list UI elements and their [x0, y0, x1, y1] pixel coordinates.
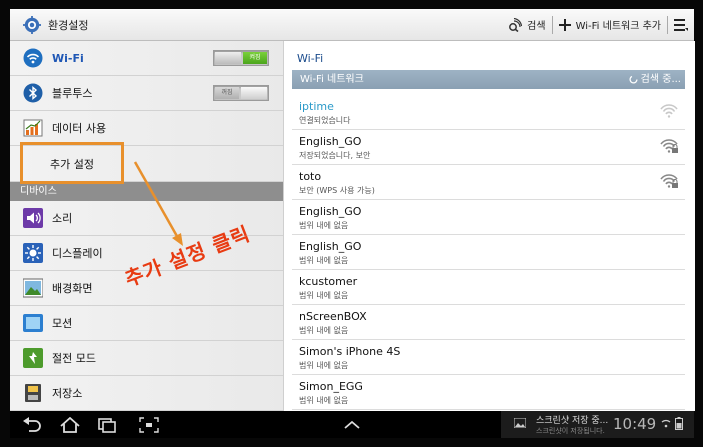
network-name: toto: [299, 170, 322, 183]
wifi-detail-panel: Wi-Fi Wi-Fi 네트워크 검색 중... iptime 연결되었습니다 En…: [283, 41, 695, 411]
wifi-toggle[interactable]: 켜짐: [213, 50, 269, 66]
network-name: Simon's iPhone 4S: [299, 345, 401, 358]
power-saving-icon: [23, 348, 43, 368]
network-name: English_GO: [299, 205, 362, 218]
screenshot-capture-icon[interactable]: [139, 417, 159, 433]
network-name: Simon_EGG: [299, 380, 363, 393]
network-status: 범위 내에 없음: [299, 256, 349, 265]
add-wifi-network-label: Wi-Fi 네트워크 추가: [575, 21, 661, 32]
sidebar-item-label: 디스플레이: [52, 247, 103, 260]
sidebar-item-bluetooth[interactable]: 블루투스 꺼짐: [10, 76, 283, 111]
system-navigation-bar: 스크린샷 저장 중... 스크린샷이 저장됩니다. 10:49: [10, 411, 694, 438]
wifi-network-row[interactable]: Simon's iPhone 4S 범위 내에 없음: [292, 339, 685, 375]
toggle-state-label: 켜짐: [243, 52, 267, 64]
network-name: English_GO: [299, 240, 362, 253]
motion-icon: [23, 314, 43, 332]
wifi-network-row[interactable]: Simon_EGG 범위 내에 없음: [292, 374, 685, 410]
wifi-signal-icon: [660, 103, 678, 119]
sidebar-item-label: 저장소: [52, 387, 83, 400]
network-status: 보안 (WPS 사용 가능): [299, 186, 375, 195]
sidebar-item-wifi[interactable]: Wi-Fi 켜짐: [10, 41, 283, 76]
network-status: 저장되었습니다, 보안: [299, 151, 371, 160]
storage-icon: [25, 384, 41, 402]
wifi-network-row[interactable]: English_GO 범위 내에 없음: [292, 199, 685, 235]
wifi-network-row[interactable]: iptime 연결되었습니다: [292, 94, 685, 130]
data-usage-icon: [23, 119, 43, 137]
wifi-network-row[interactable]: kcustomer 범위 내에 없음: [292, 269, 685, 305]
notification-title: 스크린샷 저장 중...: [536, 416, 609, 426]
network-status: 범위 내에 없음: [299, 221, 349, 230]
sidebar-item-label: 블루투스: [52, 87, 93, 100]
speaker-icon: [23, 208, 43, 228]
network-status: 범위 내에 없음: [299, 326, 349, 335]
toggle-track: [215, 52, 241, 64]
network-name: English_GO: [299, 135, 362, 148]
back-icon[interactable]: [23, 417, 43, 433]
recent-apps-icon[interactable]: [98, 417, 118, 433]
action-bar: 환경설정 검색 Wi-Fi 네트워크 추가: [10, 9, 694, 41]
sidebar-item-label: 배경화면: [52, 282, 93, 295]
sidebar-item-label: 모션: [52, 317, 73, 330]
notification-subtitle: 스크린샷이 저장됩니다.: [536, 427, 605, 435]
wifi-scan-icon: [509, 17, 523, 32]
wifi-networks-header-label: Wi-Fi 네트워크: [300, 74, 364, 85]
sidebar-item-power-saving[interactable]: 절전 모드: [10, 341, 283, 376]
image-icon: [514, 418, 526, 428]
app-title: 환경설정: [48, 18, 89, 32]
tablet-frame: 환경설정 검색 Wi-Fi 네트워크 추가 Wi-Fi 켜짐 블루투스 꺼짐 데…: [0, 0, 703, 447]
screenshot-notification[interactable]: 스크린샷 저장 중... 스크린샷이 저장됩니다. 10:49: [501, 411, 694, 438]
wifi-network-row[interactable]: toto 보안 (WPS 사용 가능): [292, 164, 685, 200]
home-icon[interactable]: [60, 417, 80, 433]
sidebar-item-motion[interactable]: 모션: [10, 306, 283, 341]
highlight-box: [20, 142, 124, 184]
clock: 10:49: [613, 415, 657, 433]
overflow-menu-button[interactable]: [668, 9, 694, 40]
wifi-networks-header: Wi-Fi 네트워크 검색 중...: [292, 70, 685, 89]
wifi-status-icon: [661, 419, 671, 428]
network-name: kcustomer: [299, 275, 358, 288]
panel-title: Wi-Fi: [297, 52, 324, 65]
menu-icon: [674, 18, 688, 31]
add-wifi-network-button[interactable]: Wi-Fi 네트워크 추가: [553, 9, 667, 40]
network-status: 범위 내에 없음: [299, 361, 349, 370]
bluetooth-icon: [23, 83, 43, 103]
search-button[interactable]: 검색: [502, 9, 551, 40]
chevron-up-icon[interactable]: [342, 417, 362, 433]
sidebar-item-data-usage[interactable]: 데이터 사용: [10, 111, 283, 146]
sidebar-item-label: Wi-Fi: [52, 51, 84, 65]
sidebar-item-storage[interactable]: 저장소: [10, 376, 283, 411]
scan-label: 검색 중...: [640, 74, 681, 85]
search-label: 검색: [527, 21, 546, 32]
sidebar-item-label: 소리: [52, 212, 73, 225]
display-brightness-icon: [23, 243, 43, 263]
sidebar-item-label: 데이터 사용: [52, 122, 107, 135]
network-name: nScreenBOX: [299, 310, 367, 323]
toggle-track: [241, 87, 267, 99]
wifi-signal-locked-icon: [660, 138, 678, 154]
network-name: iptime: [299, 100, 334, 113]
wifi-network-row[interactable]: English_GO 저장되었습니다, 보안: [292, 129, 685, 165]
network-status: 범위 내에 없음: [299, 396, 349, 405]
wallpaper-icon: [23, 278, 43, 298]
sidebar-item-label: 절전 모드: [52, 352, 96, 365]
toggle-state-label: 꺼짐: [215, 87, 239, 99]
network-status: 연결되었습니다: [299, 116, 351, 125]
settings-gear-icon[interactable]: [23, 15, 41, 34]
plus-icon: [558, 18, 571, 31]
wifi-icon: [23, 48, 43, 68]
bluetooth-toggle[interactable]: 꺼짐: [213, 85, 269, 101]
wifi-signal-locked-icon: [660, 173, 678, 189]
wifi-network-row[interactable]: English_GO 범위 내에 없음: [292, 234, 685, 270]
battery-icon: [675, 417, 683, 430]
scan-status: 검색 중...: [629, 70, 681, 89]
network-status: 범위 내에 없음: [299, 291, 349, 300]
wifi-network-row[interactable]: nScreenBOX 범위 내에 없음: [292, 304, 685, 340]
loading-spinner-icon: [629, 75, 638, 84]
